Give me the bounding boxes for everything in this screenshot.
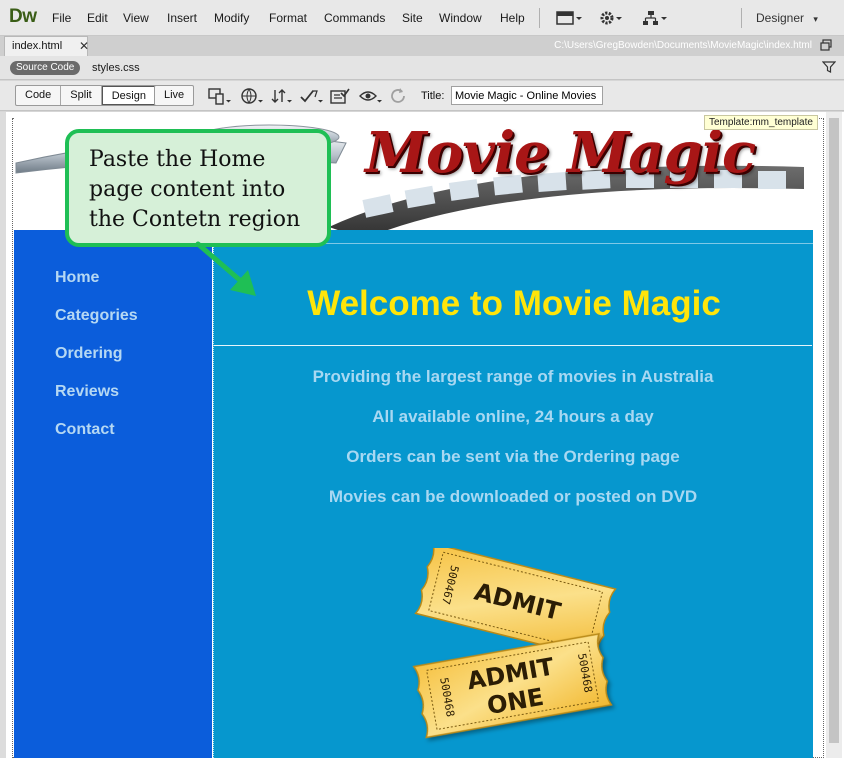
menu-view[interactable]: View — [123, 11, 149, 25]
site-map-icon[interactable] — [642, 8, 668, 28]
menu-edit[interactable]: Edit — [87, 11, 108, 25]
workspace-switcher[interactable]: Designer ▾ — [756, 11, 818, 25]
document-tab-label: index.html — [12, 40, 63, 52]
callout-line: Paste the Home — [89, 147, 266, 172]
nav-contact[interactable]: Contact — [55, 421, 115, 439]
split-view-button[interactable]: Split — [61, 86, 102, 105]
title-label: Title: — [421, 90, 445, 102]
gear-icon[interactable] — [598, 8, 624, 28]
instruction-callout: Paste the Home page content into the Con… — [65, 129, 331, 247]
menu-window[interactable]: Window — [439, 11, 482, 25]
document-title-input[interactable] — [451, 86, 603, 105]
menu-help[interactable]: Help — [500, 11, 525, 25]
document-tab[interactable]: index.html ✕ — [4, 36, 89, 56]
chevron-down-icon: ▾ — [813, 14, 818, 24]
document-tab-bar: index.html ✕ C:\Users\GregBowden\Documen… — [0, 36, 844, 56]
multiscreen-icon[interactable] — [208, 87, 234, 105]
callout-arrow-icon — [195, 241, 256, 296]
document-toolbar: Code Split Design Live Title: — [0, 81, 844, 111]
content-paragraph: Orders can be sent via the Ordering page — [346, 447, 680, 466]
site-logo-text: Movie Magic — [365, 120, 756, 186]
content-paragraph: All available online, 24 hours a day — [372, 407, 654, 426]
menu-separator — [741, 8, 742, 28]
dreamweaver-logo: Dw — [9, 6, 37, 27]
menu-bar: Dw File Edit View Insert Modify Format C… — [0, 0, 844, 36]
view-mode-group: Code Split Design — [15, 85, 157, 106]
menu-commands[interactable]: Commands — [324, 11, 385, 25]
nav-ordering[interactable]: Ordering — [55, 345, 123, 363]
restore-window-icon[interactable] — [820, 39, 832, 51]
code-view-button[interactable]: Code — [16, 86, 62, 105]
menu-file[interactable]: File — [52, 11, 71, 25]
scrollbar-thumb[interactable] — [829, 118, 839, 743]
workspace-label: Designer — [756, 11, 805, 25]
close-icon[interactable]: ✕ — [79, 39, 89, 53]
file-management-icon[interactable] — [271, 87, 295, 105]
menu-insert[interactable]: Insert — [167, 11, 197, 25]
nav-categories[interactable]: Categories — [55, 307, 138, 325]
source-code-button[interactable]: Source Code — [10, 61, 81, 75]
filter-icon[interactable] — [822, 60, 836, 74]
welcome-heading: Welcome to Movie Magic — [307, 284, 721, 323]
nav-reviews[interactable]: Reviews — [55, 383, 119, 401]
content-paragraph: Movies can be downloaded or posted on DV… — [328, 487, 698, 506]
callout-line: page content into — [89, 177, 286, 202]
design-view-button[interactable]: Design — [101, 86, 156, 105]
menu-separator — [539, 8, 540, 28]
related-file-styles[interactable]: styles.css — [92, 62, 140, 74]
admit-one-tickets-image: 500467 ADMIT 500468 500468 ADMIT ONE — [412, 548, 617, 739]
nav-home[interactable]: Home — [55, 269, 99, 287]
check-page-icon[interactable] — [329, 87, 355, 105]
file-path: C:\Users\GregBowden\Documents\MovieMagic… — [554, 40, 812, 51]
refresh-icon[interactable] — [390, 87, 408, 105]
related-files-bar: Source Code styles.css — [0, 56, 844, 80]
w3c-validation-icon[interactable] — [300, 87, 326, 105]
content-divider — [214, 345, 812, 346]
callout-line: the Contetn region — [89, 207, 301, 232]
layout-icon[interactable] — [556, 8, 582, 28]
visual-aids-icon[interactable] — [359, 87, 385, 105]
live-view-button[interactable]: Live — [154, 85, 195, 106]
menu-site[interactable]: Site — [402, 11, 423, 25]
vertical-scrollbar[interactable] — [826, 112, 842, 758]
content-paragraph: Providing the largest range of movies in… — [312, 367, 714, 386]
template-tag: Template:mm_template — [704, 115, 818, 130]
menu-modify[interactable]: Modify — [214, 11, 249, 25]
preview-in-browser-icon[interactable] — [240, 87, 266, 105]
menu-format[interactable]: Format — [269, 11, 307, 25]
